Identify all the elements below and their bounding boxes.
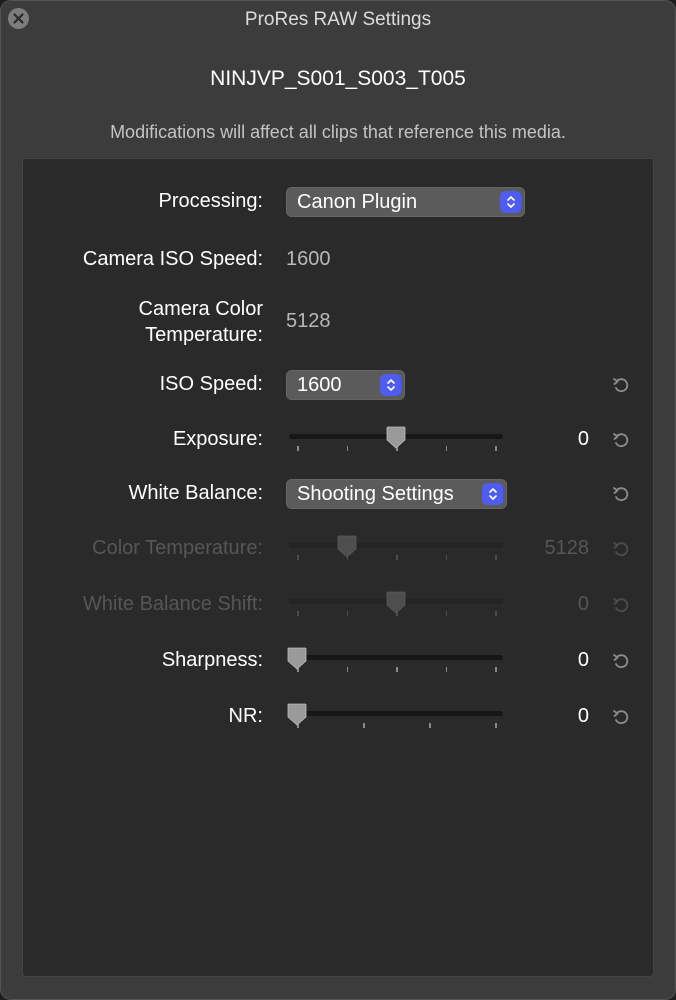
iso-speed-value: 1600 — [286, 374, 380, 397]
slider-tick — [347, 611, 349, 616]
slider-tick — [347, 667, 349, 672]
reset-exposure-icon[interactable] — [611, 430, 631, 450]
slider-knob[interactable] — [385, 426, 407, 450]
exposure-value: 0 — [578, 428, 589, 451]
chevron-updown-icon — [380, 374, 401, 396]
slider-tick — [396, 667, 398, 672]
iso-speed-popup[interactable]: 1600 — [286, 370, 405, 400]
processing-popup[interactable]: Canon Plugin — [286, 187, 525, 217]
sharpness-slider[interactable] — [286, 646, 506, 676]
reset-white-balance-icon[interactable] — [611, 484, 631, 504]
prores-raw-settings-window: ProRes RAW Settings NINJVP_S001_S003_T00… — [0, 0, 676, 1000]
slider-knob — [336, 535, 358, 559]
nr-label: NR: — [229, 705, 263, 728]
reset-color-temperature-icon — [611, 539, 631, 559]
white-balance-value: Shooting Settings — [286, 483, 482, 506]
titlebar: ProRes RAW Settings — [1, 1, 675, 39]
nr-slider[interactable] — [286, 702, 506, 732]
reset-nr-icon[interactable] — [611, 707, 631, 727]
color-temperature-label: Color Temperature: — [92, 537, 263, 560]
color-temperature-slider — [286, 534, 506, 564]
color-temperature-value: 5128 — [545, 537, 590, 560]
chevron-updown-icon — [482, 483, 503, 505]
camera-color-temp-label: Camera Color Temperature: — [139, 296, 263, 348]
slider-track — [289, 543, 503, 548]
slider-tick — [297, 555, 299, 560]
slider-tick — [347, 446, 349, 451]
exposure-slider[interactable] — [286, 425, 506, 455]
notice-text: Modifications will affect all clips that… — [1, 122, 675, 143]
slider-knob — [385, 591, 407, 615]
slider-tick — [446, 667, 448, 672]
slider-tick — [446, 555, 448, 560]
slider-tick — [495, 611, 497, 616]
white-balance-popup[interactable]: Shooting Settings — [286, 479, 507, 509]
camera-color-temp-label-line2: Temperature: — [139, 322, 263, 348]
slider-tick — [446, 446, 448, 451]
slider-tick — [495, 723, 497, 728]
slider-tick — [495, 446, 497, 451]
processing-label: Processing: — [159, 190, 264, 213]
slider-tick — [495, 667, 497, 672]
sharpness-label: Sharpness: — [162, 649, 263, 672]
reset-wb-shift-icon — [611, 595, 631, 615]
processing-value: Canon Plugin — [286, 191, 500, 214]
wb-shift-value: 0 — [578, 593, 589, 616]
camera-color-temp-label-line1: Camera Color — [139, 296, 263, 322]
white-balance-label: White Balance: — [128, 482, 263, 505]
wb-shift-label: White Balance Shift: — [83, 593, 263, 616]
slider-track — [289, 655, 503, 660]
slider-tick — [297, 611, 299, 616]
slider-tick — [363, 723, 365, 728]
slider-knob[interactable] — [286, 647, 308, 671]
wb-shift-slider — [286, 590, 506, 620]
exposure-label: Exposure: — [173, 428, 263, 451]
slider-tick — [446, 611, 448, 616]
window-title: ProRes RAW Settings — [1, 9, 675, 31]
camera-iso-value: 1600 — [286, 248, 331, 271]
chevron-updown-icon — [500, 191, 521, 213]
camera-iso-label: Camera ISO Speed: — [83, 248, 263, 271]
slider-tick — [396, 555, 398, 560]
sharpness-value: 0 — [578, 649, 589, 672]
reset-iso-speed-icon[interactable] — [611, 375, 631, 395]
slider-tick — [495, 555, 497, 560]
iso-speed-label: ISO Speed: — [160, 373, 263, 396]
slider-knob[interactable] — [286, 703, 308, 727]
settings-panel: Processing: Canon Plugin Camera ISO Spee… — [22, 158, 654, 977]
slider-tick — [429, 723, 431, 728]
slider-track — [289, 711, 503, 716]
slider-tick — [297, 446, 299, 451]
clip-name: NINJVP_S001_S003_T005 — [1, 67, 675, 91]
camera-color-temp-value: 5128 — [286, 310, 331, 333]
nr-value: 0 — [578, 705, 589, 728]
reset-sharpness-icon[interactable] — [611, 651, 631, 671]
